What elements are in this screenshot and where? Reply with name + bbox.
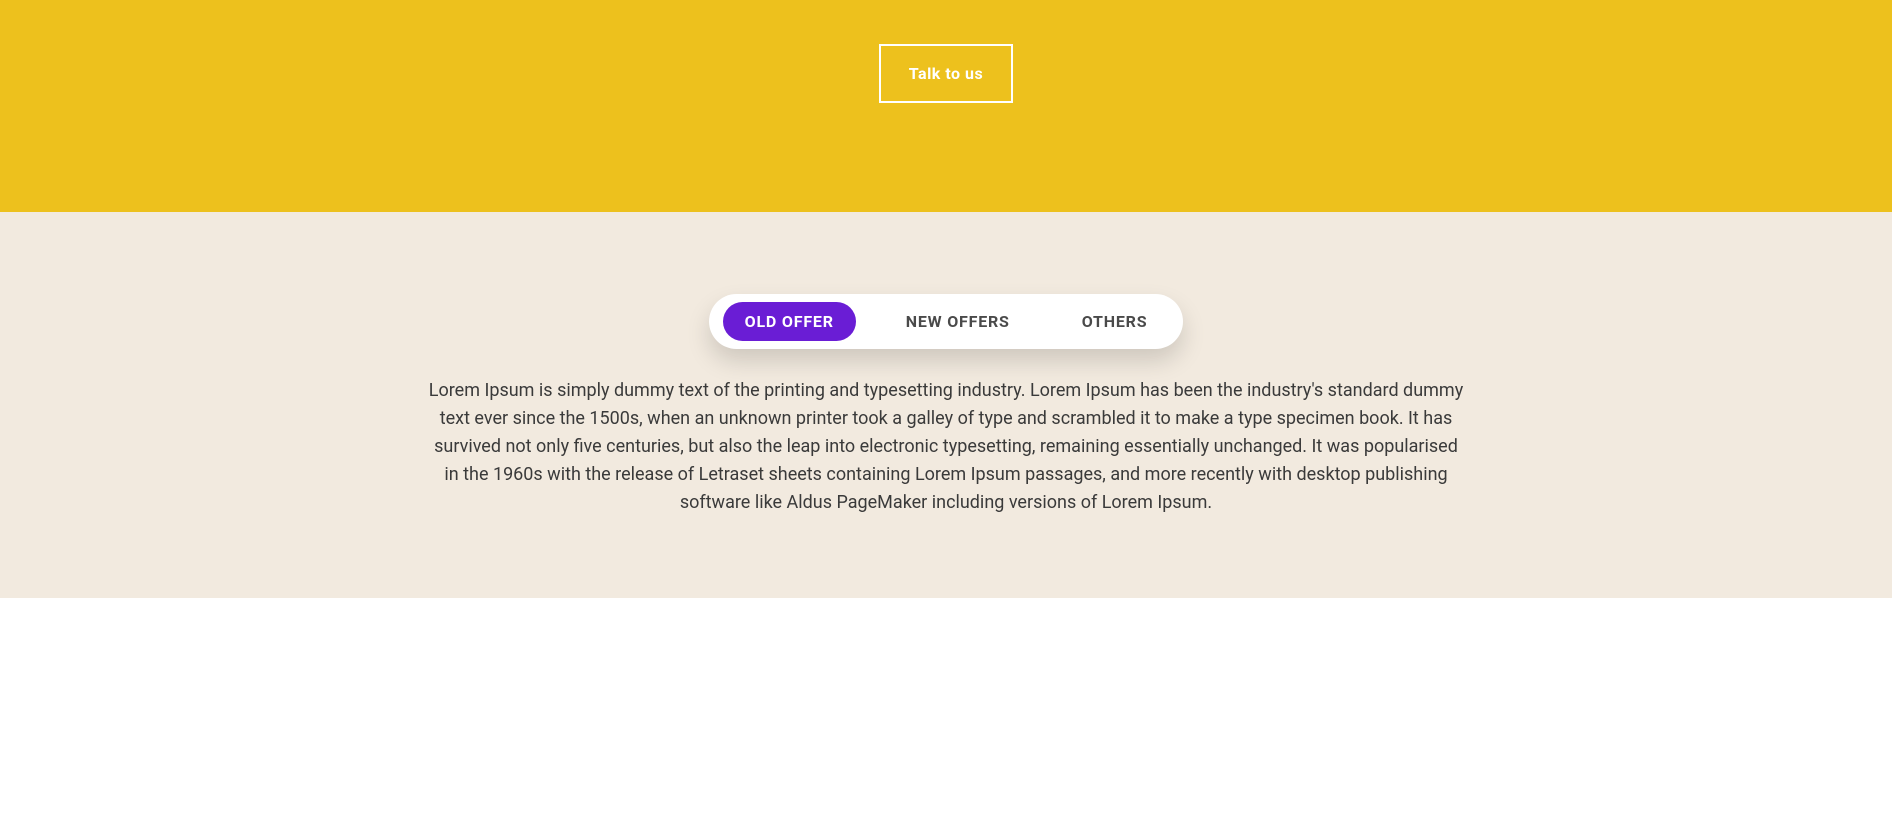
tab-others[interactable]: OTHERS	[1060, 302, 1170, 341]
talk-to-us-button[interactable]: Talk to us	[879, 44, 1013, 103]
offers-section: OLD OFFER NEW OFFERS OTHERS Lorem Ipsum …	[0, 212, 1892, 598]
white-section	[0, 598, 1892, 836]
offers-tabs: OLD OFFER NEW OFFERS OTHERS	[709, 294, 1184, 349]
hero-section: Talk to us	[0, 0, 1892, 212]
tab-old-offer[interactable]: OLD OFFER	[723, 302, 856, 341]
tab-new-offers[interactable]: NEW OFFERS	[884, 302, 1032, 341]
tab-content-text: Lorem Ipsum is simply dummy text of the …	[411, 377, 1481, 516]
